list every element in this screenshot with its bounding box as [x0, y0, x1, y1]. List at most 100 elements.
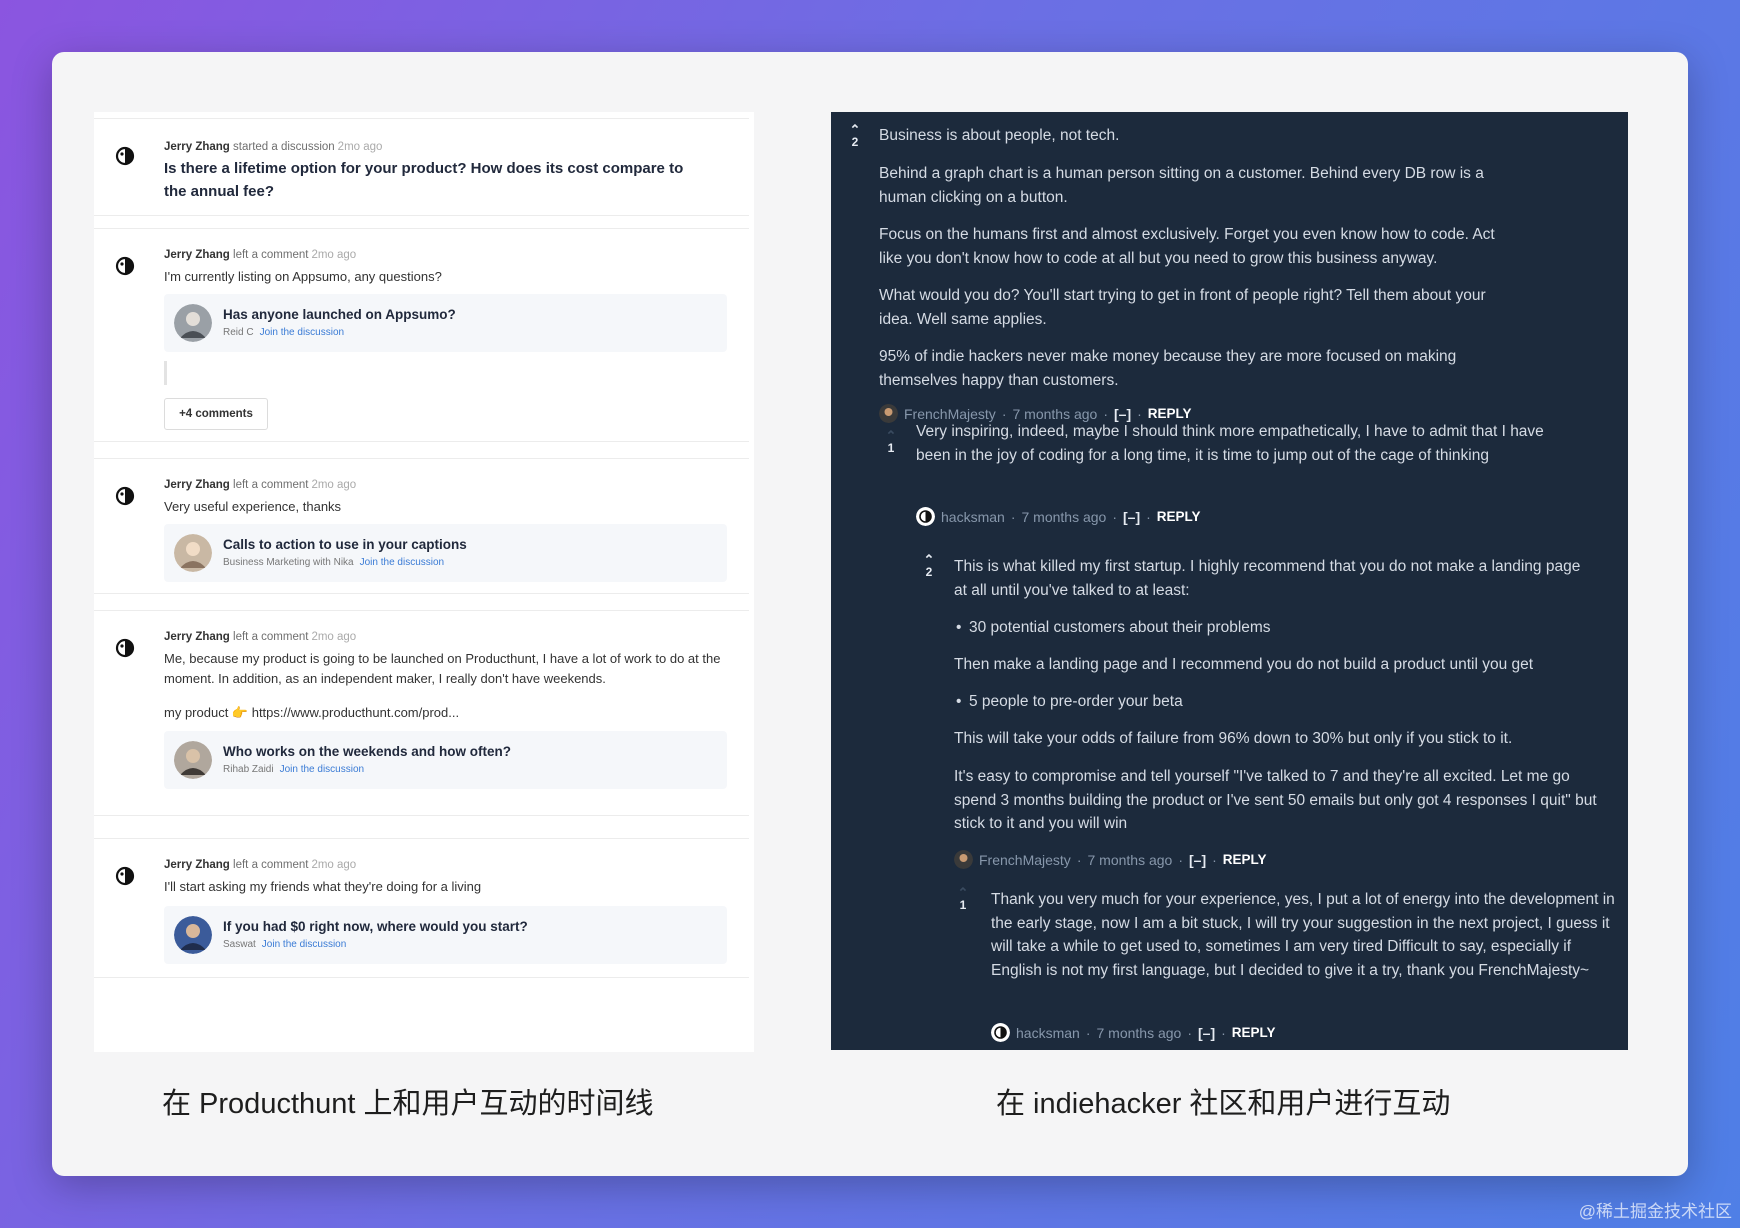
- comment-text: I'll start asking my friends what they'r…: [164, 879, 482, 894]
- card-header: Jerry Zhang left a comment 2mo ago: [164, 859, 356, 871]
- comment-paragraph: Business is about people, not tech.: [879, 127, 1120, 144]
- discussion-author: Reid C: [223, 327, 254, 338]
- comment-paragraph: Very inspiring, indeed, maybe I should t…: [916, 423, 1544, 464]
- card-header: Jerry Zhang left a comment 2mo ago: [164, 249, 356, 261]
- jerry-logo-icon: [115, 866, 135, 886]
- comment-paragraph: Focus on the humans first and almost exc…: [879, 226, 1495, 267]
- comment-text: Very useful experience, thanks: [164, 499, 342, 514]
- join-discussion-link[interactable]: Join the discussion: [262, 939, 347, 950]
- comment-paragraph: It's easy to compromise and tell yoursel…: [954, 768, 1597, 832]
- author-link[interactable]: Jerry Zhang: [164, 631, 230, 643]
- vote-count: 2: [925, 565, 933, 579]
- avatar[interactable]: [954, 850, 973, 869]
- timestamp: 7 months ago: [1096, 1024, 1182, 1041]
- action-text: left a comment: [233, 631, 309, 643]
- discussion-author: Saswat: [223, 939, 256, 950]
- username-link[interactable]: FrenchMajesty: [979, 852, 1071, 868]
- indiehackers-thread: ⌃ 2 Business is about people, not tech. B…: [831, 112, 1628, 1050]
- username-link[interactable]: hacksman: [1016, 1025, 1080, 1041]
- timeline-card: Jerry Zhang left a comment 2mo ago Very u…: [94, 458, 749, 594]
- join-discussion-link[interactable]: Join the discussion: [360, 557, 445, 568]
- timeline-card: Jerry Zhang left a comment 2mo ago I'll s…: [94, 838, 749, 978]
- vote-widget[interactable]: ⌃ 2: [845, 123, 865, 149]
- timestamp: 2mo ago: [311, 479, 357, 491]
- card-header: Jerry Zhang left a comment 2mo ago: [164, 479, 356, 491]
- discussion-title[interactable]: Is there a lifetime option for your prod…: [164, 157, 704, 203]
- right-caption: 在 indiehacker 社区和用户进行互动: [996, 1088, 1451, 1120]
- card-header: Jerry Zhang left a comment 2mo ago: [164, 631, 356, 643]
- collapse-toggle[interactable]: [–]: [1198, 1025, 1215, 1041]
- vote-count: 1: [887, 441, 895, 455]
- discussion-title[interactable]: Calls to action to use in your captions: [223, 537, 467, 552]
- discussion-title[interactable]: Who works on the weekends and how often?: [223, 744, 511, 759]
- jerry-logo-icon: [115, 486, 135, 506]
- timestamp: 7 months ago: [1087, 851, 1173, 868]
- hacksman-logo-icon[interactable]: [991, 1023, 1010, 1042]
- discussion-title[interactable]: If you had $0 right now, where would you…: [223, 919, 528, 934]
- producthunt-timeline: Jerry Zhang started a discussion 2mo ago …: [94, 112, 754, 1052]
- avatar: [174, 741, 212, 779]
- upvote-icon[interactable]: ⌃: [881, 429, 901, 442]
- username-link[interactable]: hacksman: [941, 509, 1005, 525]
- hacksman-logo-icon[interactable]: [916, 507, 935, 526]
- discussion-meta: Saswat Join the discussion: [223, 939, 346, 950]
- comment-paragraph: Behind a graph chart is a human person s…: [879, 165, 1484, 206]
- comment-paragraph: 95% of indie hackers never make money be…: [879, 348, 1457, 389]
- vote-widget[interactable]: ⌃ 2: [919, 553, 939, 579]
- comment-text: Me, because my product is going to be la…: [164, 651, 721, 686]
- author-link[interactable]: Jerry Zhang: [164, 249, 230, 261]
- product-link-text[interactable]: my product 👉 https://www.producthunt.com…: [164, 703, 734, 723]
- comment-meta: hacksman · 7 months ago · [–] · REPLY: [991, 1023, 1276, 1042]
- join-discussion-link[interactable]: Join the discussion: [260, 327, 345, 338]
- upvote-icon[interactable]: ⌃: [919, 553, 939, 566]
- avatar: [174, 916, 212, 954]
- vote-count: 1: [959, 898, 967, 912]
- reply-button[interactable]: REPLY: [1157, 509, 1201, 524]
- timestamp: 2mo ago: [311, 631, 357, 643]
- author-link[interactable]: Jerry Zhang: [164, 141, 230, 153]
- vote-widget[interactable]: ⌃ 1: [953, 886, 973, 912]
- reply-button[interactable]: REPLY: [1223, 852, 1267, 867]
- author-link[interactable]: Jerry Zhang: [164, 859, 230, 871]
- watermark: @稀土掘金技术社区: [1578, 1202, 1732, 1221]
- linked-discussion[interactable]: Calls to action to use in your captions …: [164, 524, 727, 582]
- linked-discussion[interactable]: Has anyone launched on Appsumo? Reid C Jo…: [164, 294, 727, 352]
- comment-meta: FrenchMajesty · 7 months ago · [–] · REPLY: [954, 850, 1267, 869]
- comment-text: I'm currently listing on Appsumo, any qu…: [164, 269, 442, 284]
- upvote-icon[interactable]: ⌃: [845, 123, 865, 136]
- comment-paragraph: Thank you very much for your experience,…: [991, 891, 1615, 979]
- more-comments-button[interactable]: +4 comments: [164, 398, 268, 430]
- discussion-author: Business Marketing with Nika: [223, 557, 354, 568]
- collapse-toggle[interactable]: [–]: [1123, 509, 1140, 525]
- discussion-author: Rihab Zaidi: [223, 764, 274, 775]
- card-header: Jerry Zhang started a discussion 2mo ago: [164, 141, 382, 153]
- discussion-title[interactable]: Has anyone launched on Appsumo?: [223, 307, 456, 322]
- comment-meta: hacksman · 7 months ago · [–] · REPLY: [916, 507, 1201, 526]
- avatar: [174, 534, 212, 572]
- jerry-logo-icon: [115, 638, 135, 658]
- comment-paragraph: This is what killed my first startup. I …: [954, 558, 1581, 599]
- linked-discussion[interactable]: Who works on the weekends and how often?…: [164, 731, 727, 789]
- collapse-toggle[interactable]: [–]: [1189, 852, 1206, 868]
- timestamp: 2mo ago: [311, 859, 357, 871]
- timestamp: 2mo ago: [337, 141, 383, 153]
- left-caption: 在 Producthunt 上和用户互动的时间线: [162, 1088, 654, 1120]
- timeline-card: Jerry Zhang left a comment 2mo ago Me, be…: [94, 610, 749, 816]
- reply-button[interactable]: REPLY: [1148, 406, 1192, 421]
- action-text: left a comment: [233, 249, 309, 261]
- vote-widget[interactable]: ⌃ 1: [881, 429, 901, 455]
- linked-discussion[interactable]: If you had $0 right now, where would you…: [164, 906, 727, 964]
- avatar: [174, 304, 212, 342]
- upvote-icon[interactable]: ⌃: [953, 886, 973, 899]
- avatar[interactable]: [879, 404, 898, 423]
- timestamp: 7 months ago: [1021, 508, 1107, 525]
- author-link[interactable]: Jerry Zhang: [164, 479, 230, 491]
- action-text: started a discussion: [233, 141, 335, 153]
- action-text: left a comment: [233, 859, 309, 871]
- reply-button[interactable]: REPLY: [1232, 1025, 1276, 1040]
- join-discussion-link[interactable]: Join the discussion: [280, 764, 365, 775]
- comment-paragraph: This will take your odds of failure from…: [954, 730, 1513, 747]
- comment-paragraph: What would you do? You'll start trying t…: [879, 287, 1486, 328]
- jerry-logo-icon: [115, 256, 135, 276]
- timeline-card: Jerry Zhang started a discussion 2mo ago …: [94, 118, 749, 216]
